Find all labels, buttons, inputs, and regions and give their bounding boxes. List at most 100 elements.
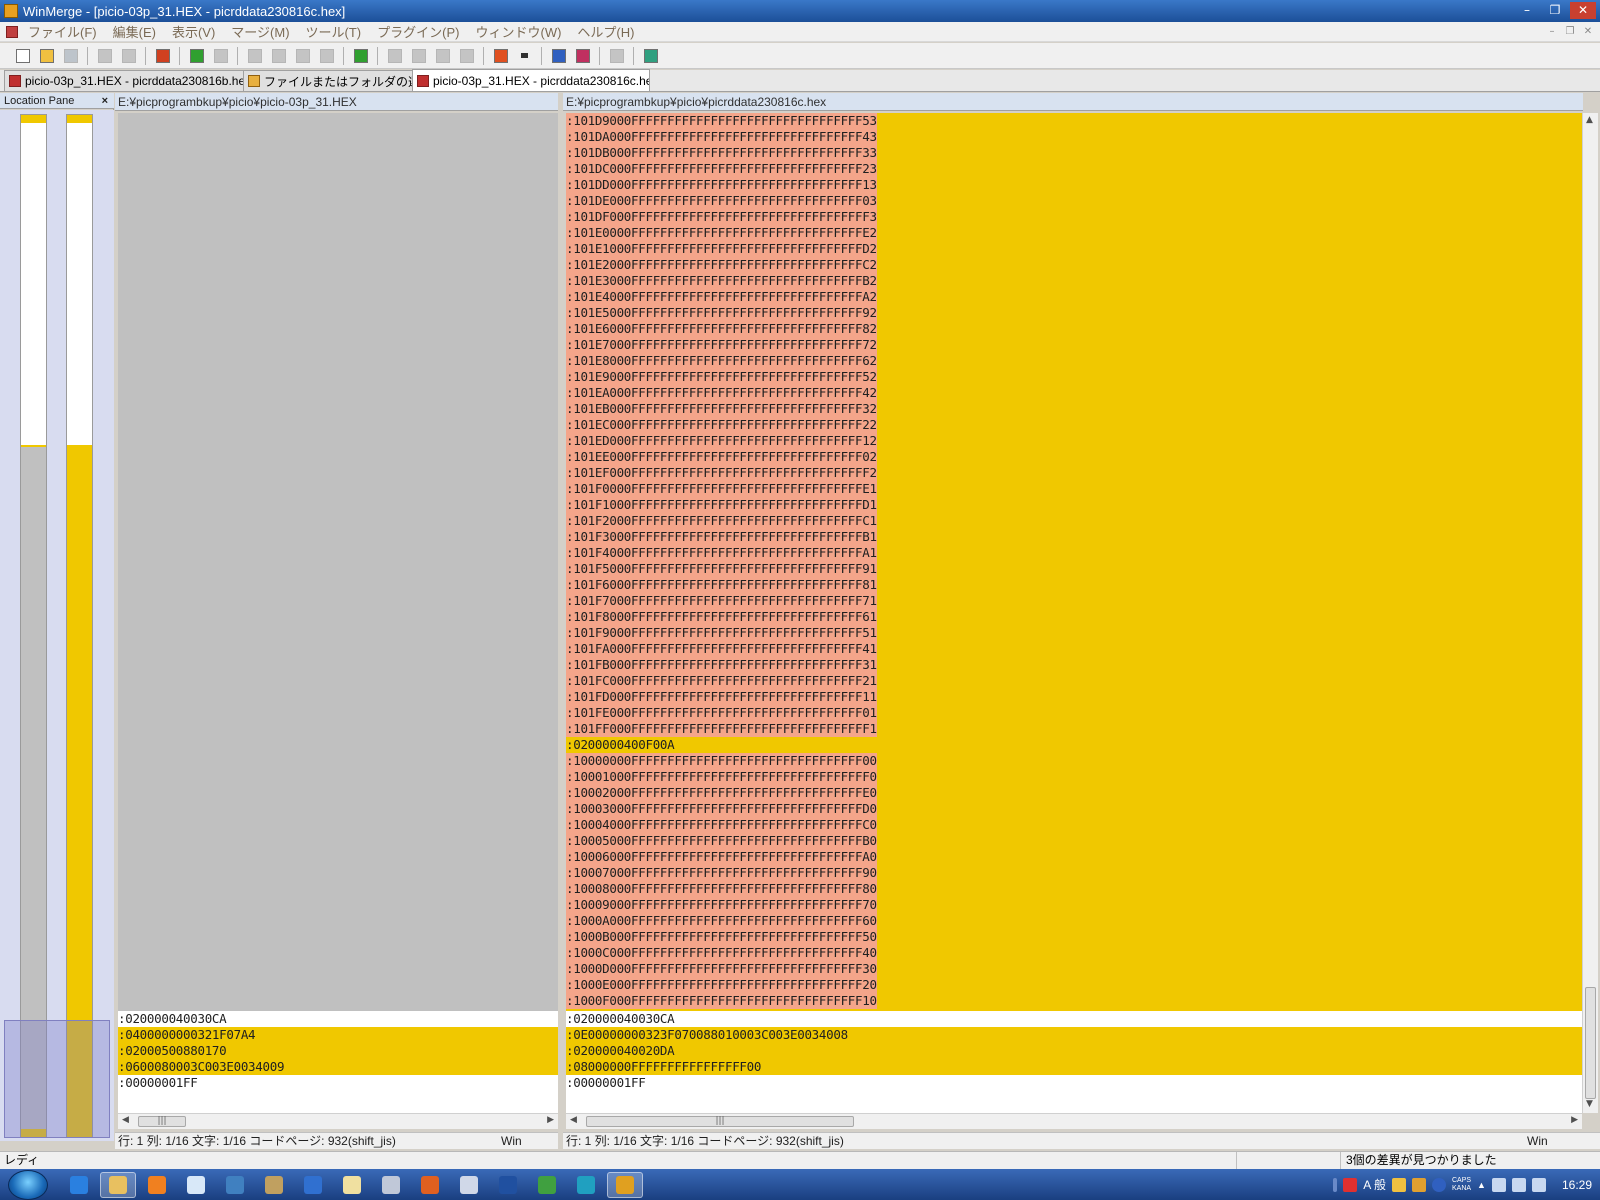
chrome-taskbar-button[interactable] — [529, 1172, 565, 1198]
mdi-close-button[interactable]: ✕ — [1580, 25, 1596, 39]
explorer-taskbar-button[interactable] — [100, 1171, 136, 1198]
tab-compare-c[interactable]: picio-03p_31.HEX - picrddata230816c.hex — [412, 69, 650, 91]
save-button[interactable] — [60, 46, 81, 66]
next-conflict-button[interactable] — [350, 46, 371, 66]
notepad-taskbar-button[interactable] — [178, 1172, 214, 1198]
edge-taskbar-button[interactable] — [568, 1172, 604, 1198]
all-diffs-button[interactable] — [316, 46, 337, 66]
dropdown-arrow-button[interactable] — [514, 46, 535, 66]
ime-mode[interactable]: A 般 — [1363, 1176, 1386, 1193]
copy-right-icon — [387, 48, 402, 63]
left-diff-pane[interactable]: :020000040030CA:0400000000321F07A4:02000… — [118, 113, 558, 1115]
start-button[interactable] — [8, 1169, 48, 1200]
calculator-taskbar-button[interactable] — [373, 1172, 409, 1198]
undo-button[interactable] — [94, 46, 115, 66]
options-button[interactable] — [152, 46, 173, 66]
copy-right-advance-button[interactable] — [432, 46, 453, 66]
prev-diff-button[interactable] — [210, 46, 231, 66]
open-button[interactable] — [36, 46, 57, 66]
first-diff-button[interactable] — [244, 46, 265, 66]
refresh-button[interactable] — [640, 46, 661, 66]
firefox-taskbar-button[interactable] — [412, 1172, 448, 1198]
scroll-right-arrow-icon[interactable]: ▶ — [547, 1115, 554, 1125]
left-gap-block — [118, 113, 558, 1011]
word-taskbar-button[interactable] — [490, 1172, 526, 1198]
volume-icon[interactable] — [1491, 1177, 1506, 1192]
edit-button[interactable] — [490, 46, 511, 66]
menu-window[interactable]: ウィンドウ(W) — [475, 22, 561, 41]
last-diff-button[interactable] — [292, 46, 313, 66]
code-line: :1000D000FFFFFFFFFFFFFFFFFFFFFFFFFFFFFFF… — [566, 961, 877, 977]
right-scroll-thumb[interactable]: ||| — [586, 1116, 854, 1127]
winmerge-taskbar-button[interactable] — [607, 1171, 643, 1198]
show-hidden-icons-icon[interactable]: ▲ — [1477, 1180, 1486, 1190]
location-view-indicator[interactable] — [4, 1020, 110, 1138]
close-button[interactable]: ✕ — [1570, 2, 1596, 19]
screen-taskbar-button[interactable] — [217, 1172, 253, 1198]
menu-edit[interactable]: 編集(E) — [113, 22, 156, 41]
scroll-left-arrow-icon[interactable]: ◀ — [122, 1115, 129, 1125]
menu-file[interactable]: ファイル(F) — [28, 22, 97, 41]
next-diff-button[interactable] — [186, 46, 207, 66]
grid-button[interactable] — [606, 46, 627, 66]
menu-plugins[interactable]: プラグイン(P) — [377, 22, 459, 41]
ie-taskbar-button[interactable] — [61, 1172, 97, 1198]
power-icon[interactable] — [1531, 1177, 1546, 1192]
scroll-right-arrow-icon[interactable]: ▶ — [1571, 1115, 1578, 1125]
tray-dictionary-icon[interactable] — [1391, 1177, 1406, 1192]
right-horizontal-scrollbar[interactable]: ◀ ||| ▶ — [566, 1113, 1582, 1129]
compare-icon — [551, 48, 566, 63]
tray-tool-icon[interactable] — [1411, 1177, 1426, 1192]
compare-button[interactable] — [548, 46, 569, 66]
code-line: :00000001FF — [118, 1075, 558, 1091]
copy-left-advance-button[interactable] — [456, 46, 477, 66]
scroll-down-arrow-icon[interactable]: ▼ — [1586, 1099, 1593, 1109]
document-menu-icon[interactable] — [6, 25, 18, 38]
compare-alt-button[interactable] — [572, 46, 593, 66]
tray-alert-icon[interactable] — [1343, 1177, 1358, 1192]
right-diff-pane[interactable]: :101D9000FFFFFFFFFFFFFFFFFFFFFFFFFFFFFFF… — [566, 113, 1582, 1115]
location-pane-body[interactable] — [0, 110, 114, 1141]
menu-help[interactable]: ヘルプ(H) — [577, 22, 634, 41]
mdi-minimize-button[interactable]: – — [1544, 25, 1560, 39]
redo-button[interactable] — [118, 46, 139, 66]
location-pane-close-button[interactable]: × — [102, 93, 108, 109]
maximize-button[interactable]: ❐ — [1542, 2, 1568, 19]
clock[interactable]: 16:29 — [1562, 1178, 1592, 1192]
location-bar-left[interactable] — [20, 114, 47, 1138]
menu-view[interactable]: 表示(V) — [172, 22, 215, 41]
copy-left-advance-icon — [459, 48, 474, 63]
left-pane-status: 行: 1 列: 1/16 文字: 1/16 コードページ: 932(shift_… — [115, 1132, 558, 1149]
tab-compare-b[interactable]: picio-03p_31.HEX - picrddata230816b.hex — [4, 70, 244, 91]
mdi-restore-button[interactable]: ❐ — [1562, 25, 1578, 39]
code-line: :101FC000FFFFFFFFFFFFFFFFFFFFFFFFFFFFFFF… — [566, 673, 877, 689]
right-vscroll-thumb[interactable] — [1585, 987, 1596, 1099]
menu-merge[interactable]: マージ(M) — [231, 22, 289, 41]
scroll-left-arrow-icon[interactable]: ◀ — [570, 1115, 577, 1125]
tab-select-files[interactable]: ファイルまたはフォルダの選択... — [243, 70, 413, 91]
copy-right-button[interactable] — [384, 46, 405, 66]
location-bar-right[interactable] — [66, 114, 93, 1138]
menu-tools[interactable]: ツール(T) — [306, 22, 362, 41]
editor-taskbar-button[interactable] — [334, 1172, 370, 1198]
code-line: :10003000FFFFFFFFFFFFFFFFFFFFFFFFFFFFFFF… — [566, 801, 877, 817]
left-scroll-thumb[interactable]: ||| — [138, 1116, 186, 1127]
mdi-controls: – ❐ ✕ — [1544, 25, 1596, 39]
copy-left-button[interactable] — [408, 46, 429, 66]
document-app-taskbar-button[interactable] — [451, 1172, 487, 1198]
paint-taskbar-button[interactable] — [256, 1172, 292, 1198]
network-tray-icon[interactable] — [1511, 1177, 1526, 1192]
network-taskbar-button[interactable] — [295, 1172, 331, 1198]
scroll-up-arrow-icon[interactable]: ▲ — [1586, 115, 1593, 125]
editor-icon — [343, 1175, 361, 1194]
tray-help-icon[interactable] — [1431, 1177, 1446, 1192]
current-diff-button[interactable] — [268, 46, 289, 66]
right-vertical-scrollbar[interactable]: ▲ ▼ — [1582, 113, 1598, 1113]
new-icon — [15, 48, 30, 63]
new-button[interactable] — [12, 46, 33, 66]
media-player-taskbar-button[interactable] — [139, 1172, 175, 1198]
code-line: :10002000FFFFFFFFFFFFFFFFFFFFFFFFFFFFFFF… — [566, 785, 877, 801]
tab-label: picio-03p_31.HEX - picrddata230816c.hex — [433, 73, 650, 88]
minimize-button[interactable]: – — [1514, 2, 1540, 19]
left-horizontal-scrollbar[interactable]: ◀ ||| ▶ — [118, 1113, 558, 1129]
